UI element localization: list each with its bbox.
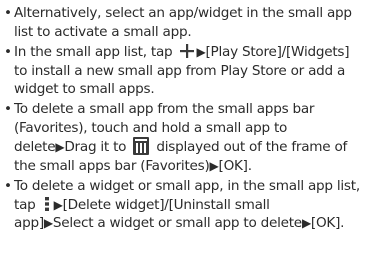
text-segment: [Delete widget]/[Uninstall small (62, 196, 270, 213)
arrow-glyph: ▶ (301, 216, 311, 231)
text-segment: [Play Store]/[Widgets] (205, 44, 350, 60)
text-line: to install a new small app from Play Sto… (14, 62, 346, 79)
arrow-glyph: ▶ (209, 158, 219, 173)
bullet-marker: • (4, 44, 12, 60)
text-line: Alternatively, select an app/widget in t… (14, 5, 352, 21)
instruction-document: • Alternatively, select an app/widget in… (0, 0, 380, 259)
text-segment: [OK]. (310, 215, 345, 232)
text-segment: Select a widget or small app to delete (52, 215, 302, 232)
trash-icon (133, 137, 150, 156)
arrow-glyph: ▶ (55, 140, 65, 155)
list-item: • To delete a small app from the small a… (4, 100, 376, 176)
text-segment: the small apps bar (Favorites) (14, 157, 210, 174)
bullet-marker: • (4, 5, 12, 21)
text-line: To delete a widget or small app, in the … (14, 178, 360, 194)
bullet-marker: • (4, 178, 12, 194)
text-segment: tap (14, 196, 40, 213)
list-item: • In the small app list, tap ▶[Play Stor… (4, 43, 376, 99)
bullet-marker: • (4, 101, 12, 117)
text-line: (Favorites), touch and hold a small app … (14, 119, 288, 136)
text-segment: displayed out of the frame of (152, 139, 348, 156)
text-segment: delete (14, 139, 56, 156)
text-line: app]▶Select a widget or small app to del… (14, 214, 376, 233)
list-item: • To delete a widget or small app, in th… (4, 177, 376, 233)
text-line: In the small app list, tap ▶[Play Store]… (14, 43, 376, 62)
text-line: To delete a small app from the small app… (14, 101, 315, 117)
kebab-menu-icon (44, 196, 49, 211)
text-line: delete▶Drag it to displayed out of the f… (14, 137, 376, 157)
text-line: list to activate a small app. (14, 23, 192, 40)
text-segment: Drag it to (64, 139, 131, 156)
text-line: widget to small apps. (14, 81, 155, 98)
text-line: tap ▶[Delete widget]/[Uninstall small (14, 196, 376, 215)
text-line: the small apps bar (Favorites)▶[OK]. (14, 157, 376, 176)
arrow-glyph: ▶ (43, 216, 53, 231)
text-segment: In the small app list, tap (14, 44, 177, 60)
list-item: • Alternatively, select an app/widget in… (4, 4, 376, 41)
text-segment: app] (14, 215, 44, 232)
plus-icon (180, 44, 195, 58)
arrow-glyph: ▶ (53, 197, 63, 212)
text-segment: [OK]. (218, 157, 253, 174)
